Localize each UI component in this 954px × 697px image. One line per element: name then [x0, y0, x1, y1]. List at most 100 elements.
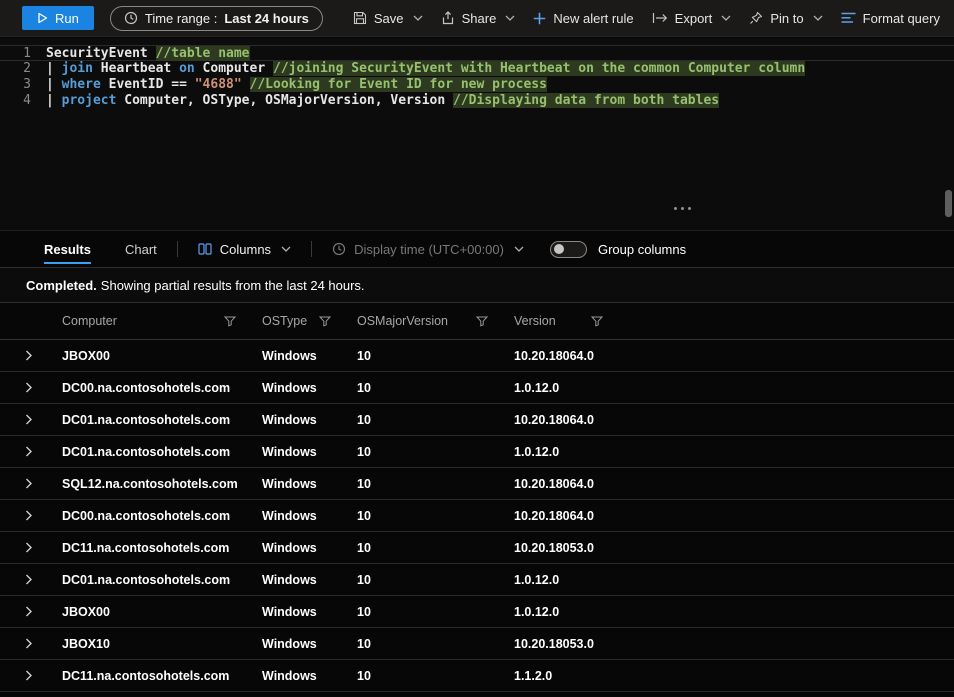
cell-computer: SQL12.na.contosohotels.com [56, 477, 256, 491]
row-expand-chevron-icon[interactable] [0, 350, 56, 361]
time-range-label: Time range : [145, 11, 218, 26]
cell-osmajorversion: 10 [351, 381, 508, 395]
new-alert-rule-button[interactable]: New alert rule [533, 11, 633, 26]
row-expand-chevron-icon[interactable] [0, 478, 56, 489]
clock-icon [332, 242, 346, 256]
table-row[interactable]: DC00.na.contosohotels.comWindows101.0.12… [0, 372, 954, 404]
cell-osmajorversion: 10 [351, 349, 508, 363]
group-columns-label: Group columns [598, 242, 686, 257]
line-number: 1 [0, 46, 46, 60]
time-range-picker[interactable]: Time range : Last 24 hours [110, 6, 323, 31]
column-label: OSType [262, 314, 307, 328]
row-expand-chevron-icon[interactable] [0, 414, 56, 425]
column-label: OSMajorVersion [357, 314, 448, 328]
pin-to-button[interactable]: Pin to [749, 11, 822, 26]
format-query-icon [841, 12, 856, 24]
run-button[interactable]: Run [22, 6, 94, 30]
pane-resize-gripper[interactable] [674, 207, 691, 210]
cell-osmajorversion: 10 [351, 477, 508, 491]
format-query-button[interactable]: Format query [841, 11, 940, 26]
columns-label: Columns [220, 242, 271, 257]
table-row[interactable]: DC01.na.contosohotels.comWindows1010.20.… [0, 404, 954, 436]
tab-chart[interactable]: Chart [125, 231, 157, 267]
share-icon [441, 11, 455, 25]
filter-icon[interactable] [319, 316, 331, 327]
cell-version: 10.20.18064.0 [508, 509, 623, 523]
code-line[interactable]: 3| where EventID == "4688" //Looking for… [0, 77, 954, 93]
row-expand-chevron-icon[interactable] [0, 510, 56, 521]
row-expand-chevron-icon[interactable] [0, 606, 56, 617]
chevron-down-icon [281, 246, 291, 252]
save-button[interactable]: Save [353, 11, 423, 26]
code-line[interactable]: 2| join Heartbeat on Computer //joining … [0, 61, 954, 77]
column-label: Version [514, 314, 556, 328]
code-line[interactable]: 1SecurityEvent //table name [0, 45, 954, 61]
cell-version: 10.20.18064.0 [508, 477, 623, 491]
column-header-version[interactable]: Version [508, 303, 623, 339]
table-row[interactable]: DC11.na.contosohotels.comWindows1010.20.… [0, 532, 954, 564]
save-icon [353, 11, 367, 25]
cell-computer: DC11.na.contosohotels.com [56, 669, 256, 683]
line-number: 3 [0, 77, 46, 93]
query-editor[interactable]: 1SecurityEvent //table name2| join Heart… [0, 38, 954, 230]
chevron-down-icon[interactable] [413, 15, 423, 21]
export-button[interactable]: Export [652, 11, 732, 26]
table-row[interactable]: DC11.na.contosohotels.comWindows101.1.2.… [0, 660, 954, 692]
table-row[interactable]: JBOX00Windows1010.20.18064.0 [0, 340, 954, 372]
code-text: | project Computer, OSType, OSMajorVersi… [46, 93, 719, 109]
cell-computer: DC00.na.contosohotels.com [56, 509, 256, 523]
cell-computer: JBOX00 [56, 605, 256, 619]
columns-dropdown[interactable]: Columns [198, 242, 291, 257]
editor-scrollbar-thumb[interactable] [945, 190, 952, 217]
cell-osmajorversion: 10 [351, 445, 508, 459]
row-expand-chevron-icon[interactable] [0, 542, 56, 553]
row-expand-chevron-icon[interactable] [0, 382, 56, 393]
code-text: | join Heartbeat on Computer //joining S… [46, 61, 805, 77]
column-label: Computer [62, 314, 117, 328]
row-expand-chevron-icon[interactable] [0, 574, 56, 585]
cell-osmajorversion: 10 [351, 637, 508, 651]
toggle-knob [554, 244, 564, 254]
table-row[interactable]: DC01.na.contosohotels.comWindows101.0.12… [0, 436, 954, 468]
cell-computer: DC01.na.contosohotels.com [56, 413, 256, 427]
results-header: Computer OSType OSMajorVersion Version [0, 303, 954, 340]
column-header-computer[interactable]: Computer [56, 303, 256, 339]
cell-version: 10.20.18064.0 [508, 413, 623, 427]
filter-icon[interactable] [224, 316, 236, 327]
row-expand-chevron-icon[interactable] [0, 446, 56, 457]
save-label: Save [374, 11, 404, 26]
cell-version: 10.20.18053.0 [508, 637, 623, 651]
share-button[interactable]: Share [441, 11, 516, 26]
cell-ostype: Windows [256, 669, 351, 683]
table-row[interactable]: JBOX10Windows1010.20.18053.0 [0, 628, 954, 660]
column-header-ostype[interactable]: OSType [256, 303, 351, 339]
divider [311, 241, 312, 257]
tab-results[interactable]: Results [44, 231, 91, 267]
chevron-down-icon[interactable] [721, 15, 731, 21]
table-row[interactable]: SQL12.na.contosohotels.comWindows1010.20… [0, 468, 954, 500]
cell-ostype: Windows [256, 477, 351, 491]
table-row[interactable]: DC01.na.contosohotels.comWindows101.0.12… [0, 564, 954, 596]
table-row[interactable]: DC00.na.contosohotels.comWindows1010.20.… [0, 500, 954, 532]
filter-icon[interactable] [476, 316, 488, 327]
new-alert-rule-label: New alert rule [553, 11, 633, 26]
line-number: 4 [0, 93, 46, 109]
cell-ostype: Windows [256, 637, 351, 651]
row-expand-chevron-icon[interactable] [0, 638, 56, 649]
plus-icon [533, 12, 546, 25]
display-time-label: Display time (UTC+00:00) [354, 242, 504, 257]
code-line[interactable]: 4| project Computer, OSType, OSMajorVers… [0, 93, 954, 109]
cell-computer: JBOX00 [56, 349, 256, 363]
group-columns-toggle[interactable] [550, 241, 587, 258]
display-time-dropdown: Display time (UTC+00:00) [332, 242, 524, 257]
cell-osmajorversion: 10 [351, 413, 508, 427]
filter-icon[interactable] [591, 316, 603, 327]
column-header-osmajorversion[interactable]: OSMajorVersion [351, 303, 508, 339]
chevron-down-icon[interactable] [505, 15, 515, 21]
table-row[interactable]: JBOX00Windows101.0.12.0 [0, 596, 954, 628]
row-expand-chevron-icon[interactable] [0, 670, 56, 681]
cell-osmajorversion: 10 [351, 541, 508, 555]
cell-osmajorversion: 10 [351, 605, 508, 619]
chevron-down-icon[interactable] [813, 15, 823, 21]
cell-ostype: Windows [256, 605, 351, 619]
